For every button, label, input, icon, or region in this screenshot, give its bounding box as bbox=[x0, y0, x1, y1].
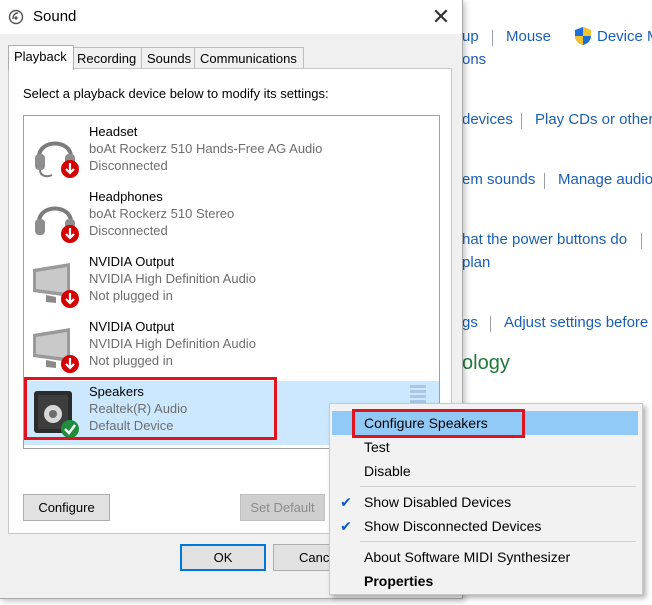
configure-button[interactable]: Configure bbox=[23, 494, 110, 521]
link-device-manager[interactable]: Device M bbox=[597, 28, 652, 45]
device-name: Speakers bbox=[89, 384, 144, 399]
menu-item-label: Test bbox=[364, 439, 390, 455]
checkmark-icon: ✔ bbox=[340, 518, 352, 534]
link-settings-fragment[interactable]: gs bbox=[462, 314, 478, 331]
window-title: Sound bbox=[33, 8, 77, 25]
device-name: Headset bbox=[89, 124, 138, 139]
link-separator bbox=[492, 30, 493, 46]
link-setup-fragment[interactable]: up bbox=[462, 28, 479, 45]
device-driver: NVIDIA High Definition Audio bbox=[89, 336, 256, 351]
menu-item-label: About Software MIDI Synthesizer bbox=[364, 549, 571, 565]
ok-button[interactable]: OK bbox=[180, 544, 266, 571]
link-mouse[interactable]: Mouse bbox=[506, 28, 551, 45]
link-separator bbox=[521, 113, 522, 129]
menu-item-about-midi-synthesizer[interactable]: About Software MIDI Synthesizer bbox=[332, 545, 638, 569]
device-item-nvidia-output[interactable]: NVIDIA Output NVIDIA High Definition Aud… bbox=[24, 251, 439, 315]
tab-sounds[interactable]: Sounds bbox=[141, 47, 199, 69]
menu-item-disable[interactable]: Disable bbox=[332, 459, 638, 483]
checkmark-icon: ✔ bbox=[340, 494, 352, 510]
device-status: Not plugged in bbox=[89, 353, 173, 368]
headset-icon bbox=[35, 141, 79, 178]
menu-item-label: Show Disconnected Devices bbox=[364, 518, 542, 534]
menu-item-label: Show Disabled Devices bbox=[364, 494, 512, 510]
monitor-icon bbox=[33, 263, 79, 308]
link-separator bbox=[544, 173, 545, 189]
link-play-cds[interactable]: Play CDs or other bbox=[535, 111, 652, 128]
tab-playback[interactable]: Playback bbox=[8, 45, 74, 70]
device-item-nvidia-output[interactable]: NVIDIA Output NVIDIA High Definition Aud… bbox=[24, 316, 439, 380]
device-status: Disconnected bbox=[89, 223, 168, 238]
headphones-icon bbox=[35, 206, 79, 243]
link-separator bbox=[641, 233, 642, 249]
speaker-icon bbox=[34, 391, 79, 438]
menu-separator bbox=[360, 541, 636, 542]
link-power-buttons-fragment[interactable]: hat the power buttons do bbox=[462, 231, 627, 248]
menu-item-properties[interactable]: Properties bbox=[332, 569, 638, 593]
menu-item-configure-speakers[interactable]: Configure Speakers bbox=[332, 411, 638, 435]
sound-app-icon bbox=[8, 9, 24, 25]
link-separator bbox=[490, 316, 491, 332]
menu-item-show-disabled-devices[interactable]: ✔ Show Disabled Devices bbox=[332, 490, 638, 514]
instruction-text: Select a playback device below to modify… bbox=[23, 86, 329, 101]
device-name: Headphones bbox=[89, 189, 163, 204]
set-default-button[interactable]: Set Default bbox=[240, 494, 325, 521]
title-bar[interactable]: Sound ✕ bbox=[0, 0, 462, 34]
menu-item-label: Disable bbox=[364, 463, 411, 479]
device-status: Disconnected bbox=[89, 158, 168, 173]
device-name: NVIDIA Output bbox=[89, 254, 175, 269]
device-name: NVIDIA Output bbox=[89, 319, 175, 334]
close-button[interactable]: ✕ bbox=[428, 4, 454, 30]
link-system-sounds-fragment[interactable]: em sounds bbox=[462, 171, 535, 188]
device-driver: Realtek(R) Audio bbox=[89, 401, 188, 416]
link-manage-audio[interactable]: Manage audio bbox=[558, 171, 652, 188]
menu-separator bbox=[360, 486, 636, 487]
device-driver: NVIDIA High Definition Audio bbox=[89, 271, 256, 286]
tab-communications[interactable]: Communications bbox=[194, 47, 304, 69]
link-devices-fragment[interactable]: devices bbox=[462, 111, 513, 128]
device-driver: boAt Rockerz 510 Hands-Free AG Audio bbox=[89, 141, 323, 156]
device-driver: boAt Rockerz 510 Stereo bbox=[89, 206, 235, 221]
link-options-fragment[interactable]: ons bbox=[462, 51, 486, 68]
menu-item-test[interactable]: Test bbox=[332, 435, 638, 459]
device-status: Not plugged in bbox=[89, 288, 173, 303]
device-status: Default Device bbox=[89, 418, 174, 433]
device-list[interactable]: Headset boAt Rockerz 510 Hands-Free AG A… bbox=[23, 115, 440, 449]
device-item-headset[interactable]: Headset boAt Rockerz 510 Hands-Free AG A… bbox=[24, 121, 439, 185]
monitor-icon bbox=[33, 328, 79, 373]
link-plan-fragment[interactable]: plan bbox=[462, 254, 490, 271]
menu-item-show-disconnected-devices[interactable]: ✔ Show Disconnected Devices bbox=[332, 514, 638, 538]
link-adjust-settings[interactable]: Adjust settings before bbox=[504, 314, 648, 331]
section-heading-fragment: ology bbox=[462, 352, 510, 374]
shield-icon bbox=[575, 27, 591, 45]
tab-recording[interactable]: Recording bbox=[71, 47, 145, 69]
menu-item-label: Configure Speakers bbox=[364, 415, 488, 431]
context-menu: Configure Speakers Test Disable ✔ Show D… bbox=[329, 403, 643, 595]
menu-item-label: Properties bbox=[364, 573, 434, 589]
device-item-headphones[interactable]: Headphones boAt Rockerz 510 Stereo Disco… bbox=[24, 186, 439, 250]
